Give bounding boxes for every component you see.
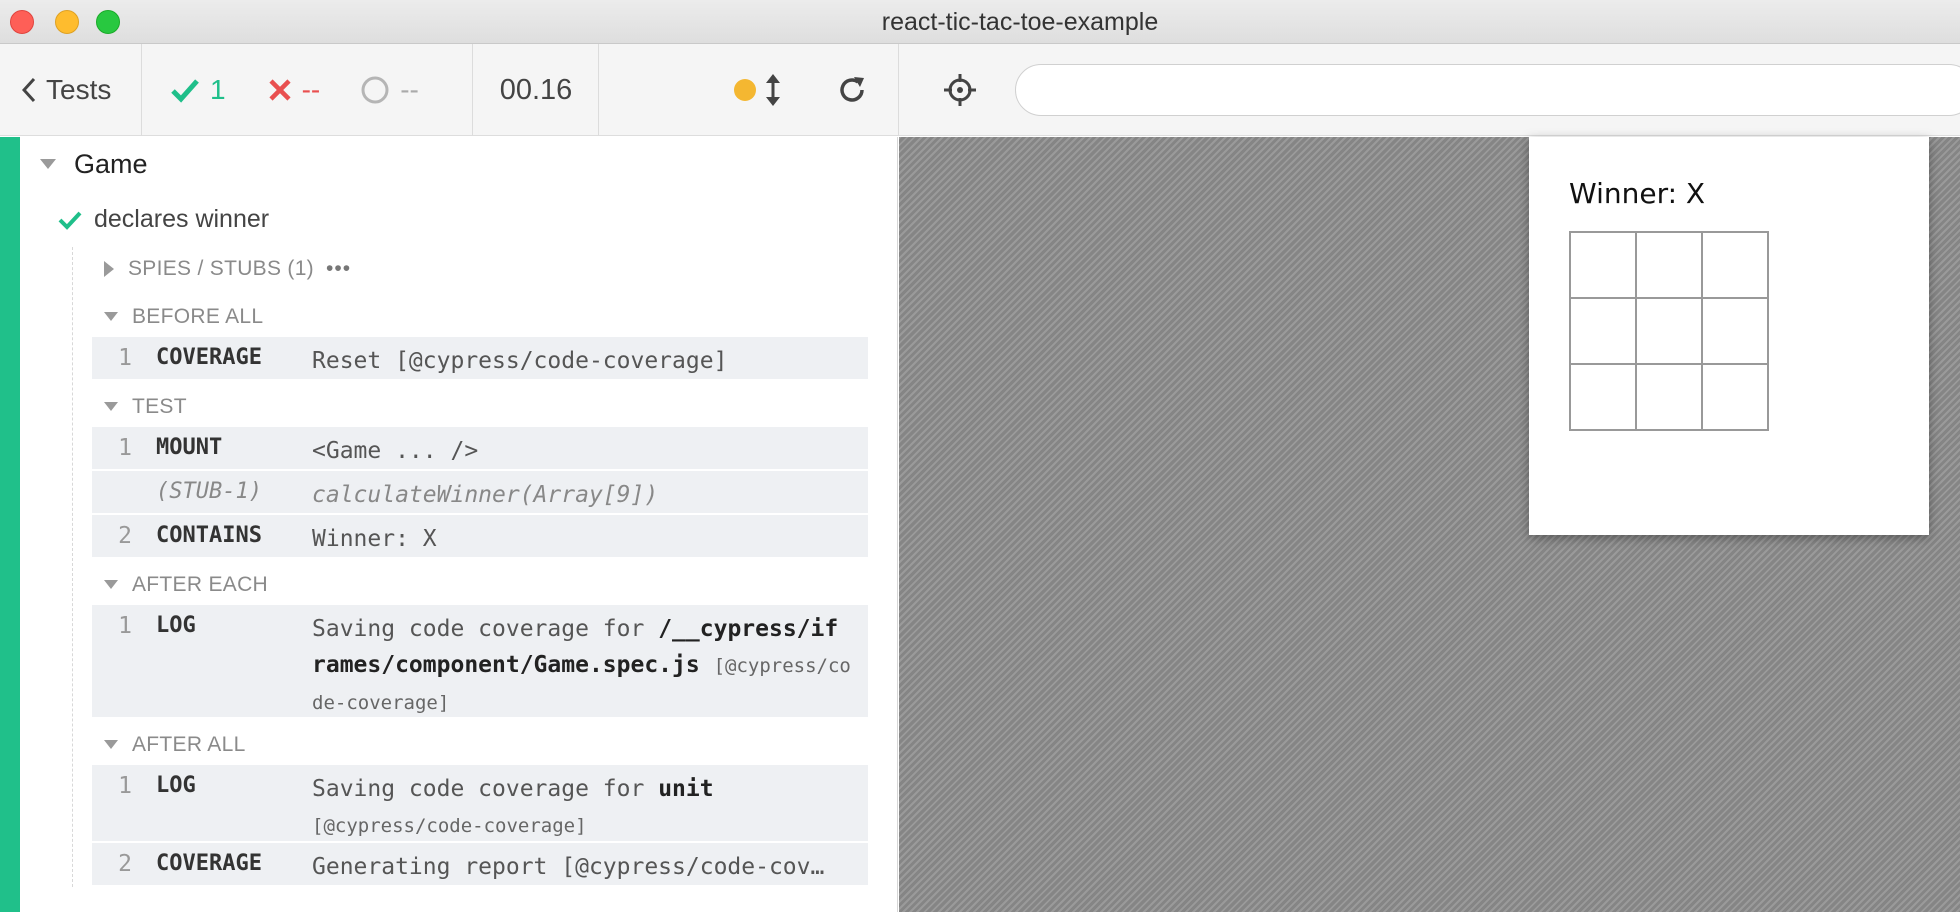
window-title-bar: react-tic-tac-toe-example xyxy=(0,0,1960,44)
command-message: Saving code coverage for /__cypress/ifra… xyxy=(312,611,852,721)
command-message: <Game ... /> xyxy=(312,438,479,464)
command-row[interactable]: 1 LOG Saving code coverage for unit [@cyp… xyxy=(92,765,868,841)
hook-after-all[interactable]: AFTER ALL xyxy=(104,733,246,757)
command-row[interactable]: 1 MOUNT <Game ... /> xyxy=(92,427,868,469)
toolbar-divider xyxy=(472,44,473,136)
check-icon xyxy=(58,211,82,230)
toolbar-divider xyxy=(598,44,599,136)
command-message: Winner: X xyxy=(312,526,437,552)
hook-label: AFTER ALL xyxy=(132,733,246,756)
board-square-3[interactable] xyxy=(1570,298,1636,364)
command-name: (STUB-1) xyxy=(156,479,262,504)
board-square-6[interactable] xyxy=(1570,364,1636,430)
board-square-2[interactable] xyxy=(1702,232,1768,298)
suite-name: Game xyxy=(74,149,148,179)
command-number: 2 xyxy=(118,523,132,549)
aut-url-input[interactable] xyxy=(1015,64,1960,116)
command-name: COVERAGE xyxy=(156,345,262,370)
caret-down-icon xyxy=(104,740,118,749)
back-to-tests-button[interactable]: Tests xyxy=(0,44,140,136)
app-iframe: Winner: X xyxy=(1529,137,1929,535)
board-square-4[interactable] xyxy=(1636,298,1702,364)
run-controls xyxy=(600,44,898,136)
board-square-7[interactable] xyxy=(1636,364,1702,430)
command-name: CONTAINS xyxy=(156,523,262,548)
board-square-1[interactable] xyxy=(1636,232,1702,298)
command-name: LOG xyxy=(156,773,196,798)
pending-count[interactable]: -- xyxy=(360,74,419,106)
failed-count[interactable]: -- xyxy=(268,74,321,106)
hook-label: AFTER EACH xyxy=(132,573,269,596)
game-status: Winner: X xyxy=(1569,177,1706,210)
command-name: LOG xyxy=(156,613,196,638)
command-message: Reset [@cypress/code-coverage] xyxy=(312,348,728,374)
x-icon xyxy=(268,79,291,101)
crosshair-icon xyxy=(944,74,976,106)
spies-stubs-label: SPIES / STUBS (1) xyxy=(128,257,314,280)
selector-playground-button[interactable] xyxy=(900,44,1020,136)
test-name: declares winner xyxy=(94,205,270,233)
reload-icon xyxy=(840,77,864,102)
chevron-left-icon xyxy=(22,77,36,103)
test-title[interactable]: declares winner xyxy=(58,205,269,234)
command-message: calculateWinner(Array[9]) xyxy=(312,482,659,508)
message-spec-type: unit xyxy=(658,776,714,802)
suite-pass-indicator xyxy=(0,137,20,912)
message-suffix: [@cypress/code-coverage] xyxy=(312,815,587,837)
more-dots-icon[interactable]: ••• xyxy=(326,257,351,281)
vertical-arrows-icon xyxy=(766,74,780,106)
passed-number: 1 xyxy=(210,74,226,105)
command-number: 1 xyxy=(118,613,132,639)
hook-label: TEST xyxy=(132,395,187,418)
caret-down-icon xyxy=(104,580,118,589)
command-row[interactable]: 1 LOG Saving code coverage for /__cypres… xyxy=(92,605,868,717)
test-duration: 00.16 xyxy=(499,73,573,106)
auto-scroll-toggle[interactable] xyxy=(764,74,782,106)
caret-down-icon xyxy=(40,158,56,169)
hook-after-each[interactable]: AFTER EACH xyxy=(104,573,268,597)
spies-stubs-toggle[interactable]: SPIES / STUBS (1) ••• xyxy=(104,257,351,281)
window-title: react-tic-tac-toe-example xyxy=(881,8,1159,36)
caret-right-icon xyxy=(104,261,114,277)
app-under-test-area: Winner: X xyxy=(899,137,1960,912)
command-row[interactable]: 1 COVERAGE Reset [@cypress/code-coverage… xyxy=(92,337,868,379)
failed-number: -- xyxy=(301,74,321,105)
board-square-8[interactable] xyxy=(1702,364,1768,430)
suite-title[interactable]: Game xyxy=(40,149,148,180)
command-number: 1 xyxy=(118,345,132,371)
command-name: COVERAGE xyxy=(156,851,262,876)
command-message: Generating report [@cypress/code-cov… xyxy=(312,854,825,880)
pending-number: -- xyxy=(400,74,419,105)
passed-count[interactable]: 1 xyxy=(170,74,226,106)
board-square-0[interactable] xyxy=(1570,232,1636,298)
game-board xyxy=(1569,231,1769,431)
command-message: Saving code coverage for unit [@cypress/c… xyxy=(312,771,852,844)
check-icon xyxy=(171,79,199,103)
message-prefix: Saving code coverage for xyxy=(312,776,645,802)
board-square-5[interactable] xyxy=(1702,298,1768,364)
command-row[interactable]: 2 CONTAINS Winner: X xyxy=(92,515,868,557)
running-status-dot xyxy=(734,79,756,101)
message-prefix: Saving code coverage for xyxy=(312,616,645,642)
command-number: 2 xyxy=(118,851,132,877)
command-number: 1 xyxy=(118,435,132,461)
caret-down-icon xyxy=(104,312,118,321)
hook-label: BEFORE ALL xyxy=(132,305,264,328)
toolbar-divider xyxy=(898,44,899,136)
restart-tests-button[interactable] xyxy=(836,74,868,106)
test-stats: 1 -- -- xyxy=(142,44,472,136)
back-label: Tests xyxy=(46,74,112,105)
pending-circle-icon xyxy=(361,76,389,104)
hook-before-all[interactable]: BEFORE ALL xyxy=(104,305,263,329)
command-row[interactable]: 2 COVERAGE Generating report [@cypress/c… xyxy=(92,843,868,885)
command-number: 1 xyxy=(118,773,132,799)
stub-call-row[interactable]: (STUB-1) calculateWinner(Array[9]) xyxy=(92,471,868,513)
caret-down-icon xyxy=(104,402,118,411)
hook-test[interactable]: TEST xyxy=(104,395,187,419)
command-log-reporter: Game declares winner SPIES / STUBS (1) •… xyxy=(0,137,898,912)
command-indent-guide xyxy=(72,247,73,887)
runner-toolbar: Tests 1 -- -- 00.16 xyxy=(0,44,1960,136)
command-name: MOUNT xyxy=(156,435,223,460)
